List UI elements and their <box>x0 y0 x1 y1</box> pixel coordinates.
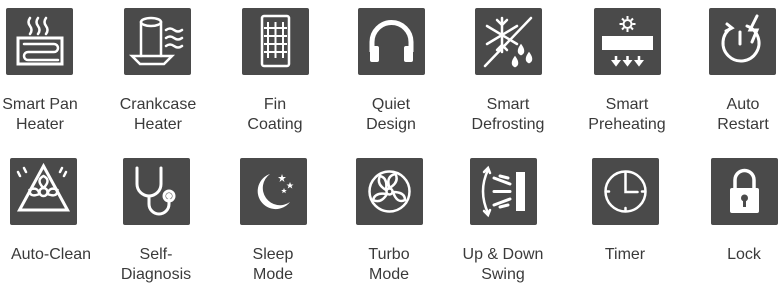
feature-tile-turbo-mode <box>356 158 423 225</box>
feature-tile-auto-restart <box>709 8 776 75</box>
feature-label-smart-preheating: Smart Preheating <box>588 96 666 133</box>
swing-icon <box>481 165 525 218</box>
feature-tile-smart-defrosting <box>475 8 542 75</box>
pan-heater-icon <box>16 16 64 66</box>
feature-tile-sleep-mode <box>240 158 307 225</box>
headphones-icon <box>369 20 414 62</box>
feature-label-self-diagnosis: Self- Diagnosis <box>120 246 192 283</box>
feature-label-auto-clean: Auto-Clean <box>10 246 92 263</box>
moon-stars-icon <box>257 174 294 210</box>
feature-tile-auto-clean <box>10 158 77 225</box>
padlock-icon <box>730 168 759 213</box>
feature-tile-lock <box>711 158 778 225</box>
feature-label-quiet-design: Quiet Design <box>366 96 416 133</box>
feature-tile-smart-preheating <box>594 8 661 75</box>
feature-label-turbo-mode: Turbo Mode <box>368 246 410 283</box>
crankcase-heater-icon <box>128 16 184 66</box>
feature-tile-fin-coating <box>242 8 309 75</box>
fan-icon <box>368 170 411 213</box>
feature-label-lock: Lock <box>727 246 761 263</box>
clock-icon <box>604 170 647 213</box>
feature-tile-up-down-swing <box>470 158 537 225</box>
feature-tile-smart-pan-heater <box>6 8 73 75</box>
feature-label-smart-defrosting: Smart Defrosting <box>471 96 545 133</box>
feature-tile-quiet-design <box>358 8 425 75</box>
feature-label-smart-pan-heater: Smart Pan Heater <box>2 96 78 133</box>
feature-label-up-down-swing: Up & Down Swing <box>462 246 544 283</box>
auto-clean-icon <box>16 162 71 212</box>
ac-preheat-icon <box>602 16 653 67</box>
feature-label-timer: Timer <box>604 246 646 263</box>
feature-tile-timer <box>592 158 659 225</box>
feature-label-sleep-mode: Sleep Mode <box>252 246 294 283</box>
feature-tile-crankcase-heater <box>124 8 191 75</box>
feature-label-crankcase-heater: Crankcase Heater <box>119 96 197 133</box>
fin-coating-icon <box>260 14 291 68</box>
stethoscope-icon <box>135 166 176 216</box>
feature-label-auto-restart: Auto Restart <box>717 96 769 133</box>
feature-label-fin-coating: Fin Coating <box>247 96 303 133</box>
power-restart-icon <box>721 14 761 63</box>
snowflake-drops-icon <box>483 16 533 68</box>
feature-tile-self-diagnosis <box>123 158 190 225</box>
